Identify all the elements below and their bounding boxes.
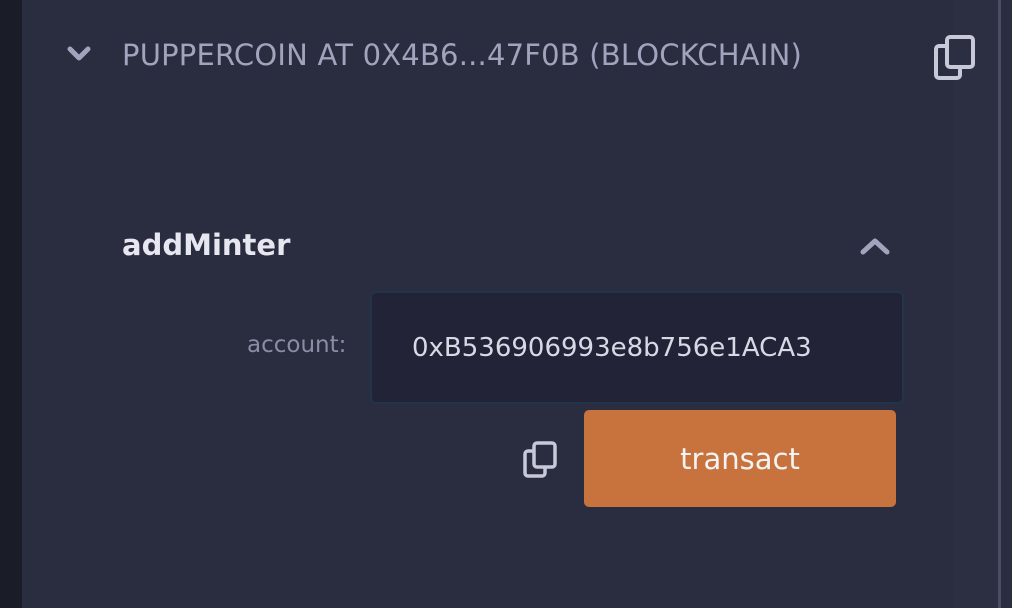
left-border: [0, 0, 22, 608]
function-name: addMinter: [122, 228, 291, 262]
account-input[interactable]: [370, 291, 904, 404]
panel-scrollbar[interactable]: [998, 0, 1012, 608]
chevron-up-icon[interactable]: [858, 233, 892, 259]
copy-icon[interactable]: [521, 440, 561, 480]
copy-icon[interactable]: [932, 34, 978, 84]
chevron-down-icon[interactable]: [66, 41, 92, 67]
contract-header[interactable]: PUPPERCOIN AT 0X4B6...47F0B (BLOCKCHAIN): [22, 22, 998, 94]
contract-title: PUPPERCOIN AT 0X4B6...47F0B (BLOCKCHAIN): [122, 38, 802, 72]
param-label-account: account:: [247, 332, 347, 358]
transact-button[interactable]: transact: [584, 410, 896, 507]
